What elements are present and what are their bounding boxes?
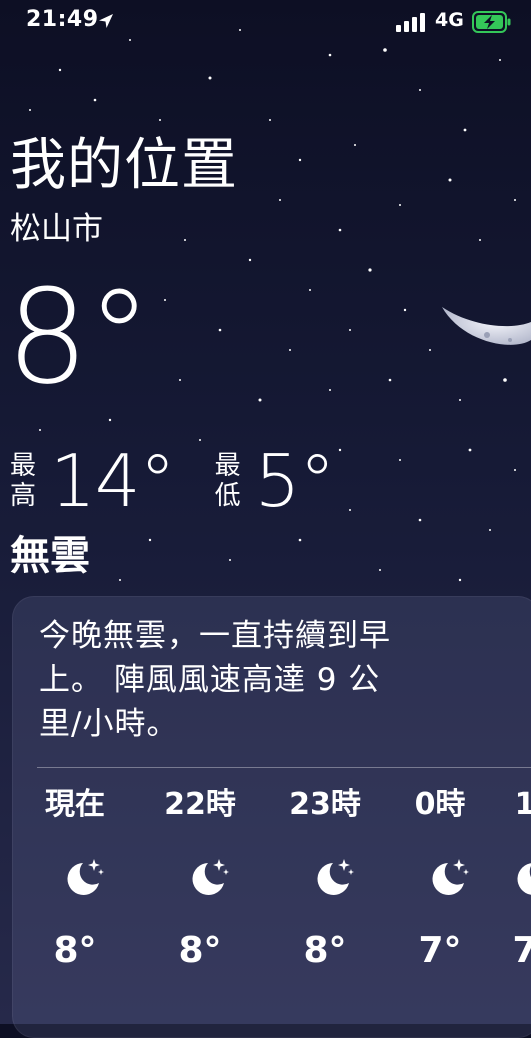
- forecast-summary: 今晚無雲，一直持續到早上。 陣風風速高達 9 公里/小時。: [39, 618, 391, 742]
- current-temperature: 8°: [6, 261, 152, 413]
- hour-item: 1 7: [475, 787, 531, 997]
- weather-condition: 無雲: [10, 533, 90, 579]
- hourly-forecast-list[interactable]: 現在 8° 22時 8° 23時 8° 0時 7° 1 7: [13, 787, 531, 997]
- moon-illustration: [442, 307, 531, 345]
- high-label: 最高: [10, 451, 37, 511]
- hour-temperature: 8°: [303, 930, 347, 971]
- location-arrow-icon: [97, 12, 115, 34]
- location-title: 我的位置: [10, 133, 238, 198]
- moon-stars-icon: [426, 855, 470, 903]
- high-low-temperatures: 最高 14° 最低 5°: [10, 439, 374, 523]
- card-divider: [37, 767, 531, 768]
- low-temperature: 5°: [254, 439, 336, 523]
- status-bar: 21:49 4G: [0, 0, 531, 44]
- moon-stars-icon: [186, 855, 230, 903]
- hour-label: 23時: [289, 787, 361, 822]
- hour-item: 23時 8°: [275, 787, 375, 997]
- moon-stars-icon: [61, 855, 105, 903]
- hour-label: 現在: [45, 787, 105, 822]
- signal-strength-icon: [396, 12, 428, 36]
- hourly-forecast-card[interactable]: 今晚無雲，一直持續到早上。 陣風風速高達 9 公里/小時。 現在 8° 22時: [12, 596, 531, 1038]
- battery-charging-icon: [472, 10, 512, 38]
- moon-stars-icon: [511, 855, 531, 903]
- hour-temperature: 7: [512, 930, 531, 971]
- network-type: 4G: [435, 9, 464, 31]
- hour-temperature: 8°: [178, 930, 222, 971]
- city-name: 松山市: [10, 211, 103, 247]
- hour-label: 1: [514, 787, 531, 822]
- moon-stars-icon: [311, 855, 355, 903]
- hour-label: 22時: [164, 787, 236, 822]
- hour-temperature: 8°: [53, 930, 97, 971]
- status-time: 21:49: [26, 7, 99, 32]
- high-temperature: 14°: [50, 439, 176, 523]
- low-label: 最低: [214, 451, 241, 511]
- hour-item: 現在 8°: [25, 787, 125, 997]
- hour-item: 22時 8°: [150, 787, 250, 997]
